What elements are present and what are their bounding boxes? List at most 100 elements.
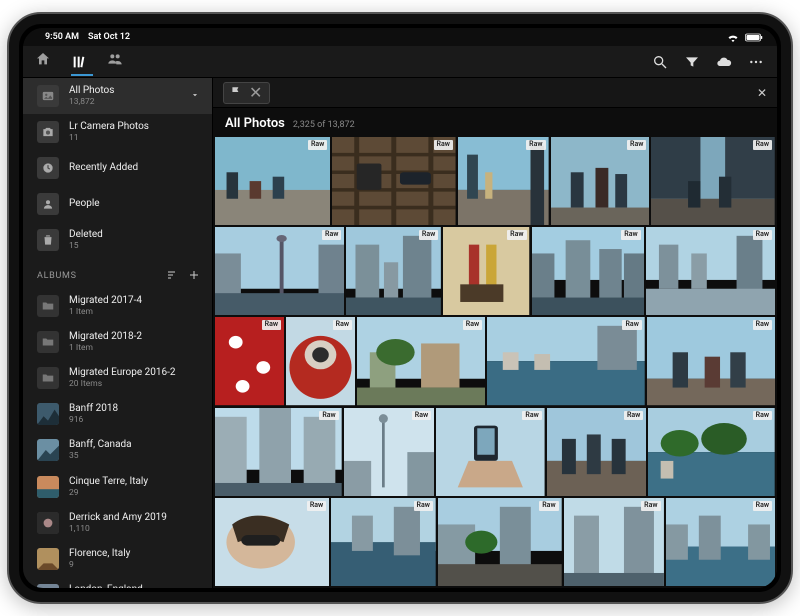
photo-thumbnail[interactable]: Raw xyxy=(436,408,545,496)
album-item-banff18[interactable]: Banff 2018 916 xyxy=(23,396,212,432)
wifi-icon xyxy=(727,33,739,42)
sidebar-item-all-photos[interactable]: All Photos 13,872 xyxy=(23,78,212,114)
photo-thumbnail[interactable]: Raw xyxy=(215,498,329,586)
app-toolbar xyxy=(23,46,777,78)
photo-thumbnail[interactable]: Raw xyxy=(344,408,434,496)
sidebar-item-recently-added[interactable]: Recently Added xyxy=(23,150,212,186)
album-count: 9 xyxy=(69,560,200,570)
photo-thumbnail[interactable]: Raw xyxy=(532,227,644,315)
person-icon xyxy=(37,193,59,215)
album-label: Banff, Canada xyxy=(69,439,200,451)
album-item-london[interactable]: London, England 24 xyxy=(23,577,212,588)
photo-thumbnail[interactable]: Raw xyxy=(646,227,775,315)
album-item-mig17[interactable]: Migrated 2017-4 1 Item xyxy=(23,288,212,324)
home-icon[interactable] xyxy=(35,51,57,73)
raw-badge: Raw xyxy=(641,501,660,511)
raw-badge: Raw xyxy=(307,501,326,511)
albums-header-label: ALBUMS xyxy=(37,271,77,281)
photo-thumbnail[interactable]: Raw xyxy=(551,137,650,225)
sort-icon[interactable] xyxy=(166,269,178,284)
album-label: Banff 2018 xyxy=(69,403,200,415)
more-icon[interactable] xyxy=(747,53,765,71)
ios-status-bar: 9:50 AM Sat Oct 12 xyxy=(23,28,777,46)
photo-thumbnail[interactable]: Raw xyxy=(487,317,645,405)
sidebar-item-lr-camera[interactable]: Lr Camera Photos 11 xyxy=(23,114,212,150)
flag-filter[interactable]: ✕ xyxy=(223,82,270,104)
battery-icon xyxy=(745,33,763,42)
raw-badge: Raw xyxy=(507,230,526,240)
photo-thumbnail[interactable]: Raw xyxy=(346,227,441,315)
photo-thumbnail[interactable]: Raw xyxy=(332,137,456,225)
photo-thumbnail[interactable]: Raw xyxy=(331,498,436,586)
album-item-derrick[interactable]: Derrick and Amy 2019 1,110 xyxy=(23,505,212,541)
album-count: 29 xyxy=(69,488,200,498)
status-date: Sat Oct 12 xyxy=(88,32,130,42)
album-label: Migrated Europe 2016-2 xyxy=(69,367,200,379)
raw-badge: Raw xyxy=(753,411,772,421)
photo-thumbnail[interactable]: Raw xyxy=(443,227,529,315)
camera-icon xyxy=(37,121,59,143)
album-count: 1 Item xyxy=(69,307,200,317)
album-item-mig18[interactable]: Migrated 2018-2 1 Item xyxy=(23,324,212,360)
album-label: Migrated 2018-2 xyxy=(69,331,200,343)
close-icon[interactable]: ✕ xyxy=(757,86,767,100)
photo-thumbnail[interactable]: Raw xyxy=(215,317,284,405)
sidebar-item-count: 13,872 xyxy=(69,97,180,107)
photo-thumbnail[interactable]: Raw xyxy=(651,137,775,225)
sidebar[interactable]: All Photos 13,872 Lr Camera Photos 11 xyxy=(23,78,213,588)
photo-thumbnail[interactable]: Raw xyxy=(438,498,562,586)
album-thumbnail xyxy=(37,584,59,588)
photo-thumbnail[interactable]: Raw xyxy=(647,317,775,405)
photo-thumbnail[interactable]: Raw xyxy=(357,317,485,405)
album-count: 1,110 xyxy=(69,524,200,534)
sidebar-item-people[interactable]: People xyxy=(23,186,212,222)
flag-pick-icon[interactable] xyxy=(227,85,245,101)
album-thumbnail xyxy=(37,476,59,498)
photo-thumbnail[interactable]: Raw xyxy=(215,137,330,225)
folder-icon xyxy=(37,367,59,389)
raw-badge: Raw xyxy=(624,411,643,421)
raw-badge: Raw xyxy=(412,411,431,421)
raw-badge: Raw xyxy=(262,320,281,330)
photo-grid[interactable]: Raw Raw Raw Raw xyxy=(213,137,777,588)
photo-thumbnail[interactable]: Raw xyxy=(564,498,664,586)
raw-badge: Raw xyxy=(621,230,640,240)
album-count: 35 xyxy=(69,451,200,461)
raw-badge: Raw xyxy=(753,501,772,511)
shared-icon[interactable] xyxy=(107,51,129,73)
photo-thumbnail[interactable]: Raw xyxy=(547,408,647,496)
photo-thumbnail[interactable]: Raw xyxy=(648,408,775,496)
raw-badge: Raw xyxy=(308,140,327,150)
ipad-frame: 9:50 AM Sat Oct 12 xyxy=(7,12,793,604)
album-item-florence[interactable]: Florence, Italy 9 xyxy=(23,541,212,577)
chevron-down-icon[interactable] xyxy=(190,90,200,103)
photo-thumbnail[interactable]: Raw xyxy=(215,408,342,496)
raw-badge: Raw xyxy=(753,140,772,150)
album-item-cinque[interactable]: Cinque Terre, Italy 29 xyxy=(23,469,212,505)
raw-badge: Raw xyxy=(526,140,545,150)
filter-icon[interactable] xyxy=(683,53,701,71)
cloud-icon[interactable] xyxy=(715,53,733,71)
photo-thumbnail[interactable]: Raw xyxy=(286,317,355,405)
albums-header: ALBUMS xyxy=(23,259,212,288)
album-item-banff[interactable]: Banff, Canada 35 xyxy=(23,432,212,468)
sidebar-item-label: Lr Camera Photos xyxy=(69,121,200,133)
album-count: 916 xyxy=(69,415,200,425)
library-icon[interactable] xyxy=(71,54,93,76)
raw-badge: Raw xyxy=(539,501,558,511)
photo-thumbnail[interactable]: Raw xyxy=(458,137,549,225)
photo-thumbnail[interactable]: Raw xyxy=(666,498,775,586)
trash-icon xyxy=(37,229,59,251)
album-item-migeu[interactable]: Migrated Europe 2016-2 20 Items xyxy=(23,360,212,396)
sidebar-item-label: Deleted xyxy=(69,229,200,241)
add-album-icon[interactable] xyxy=(188,269,200,284)
photo-thumbnail[interactable]: Raw xyxy=(215,227,344,315)
album-label: London, England xyxy=(69,584,200,588)
raw-badge: Raw xyxy=(753,320,772,330)
sidebar-item-deleted[interactable]: Deleted 15 xyxy=(23,222,212,258)
sidebar-item-count: 11 xyxy=(69,133,200,143)
raw-badge: Raw xyxy=(414,501,433,511)
flag-reject-icon[interactable]: ✕ xyxy=(245,85,266,101)
folder-icon xyxy=(37,331,59,353)
search-icon[interactable] xyxy=(651,53,669,71)
